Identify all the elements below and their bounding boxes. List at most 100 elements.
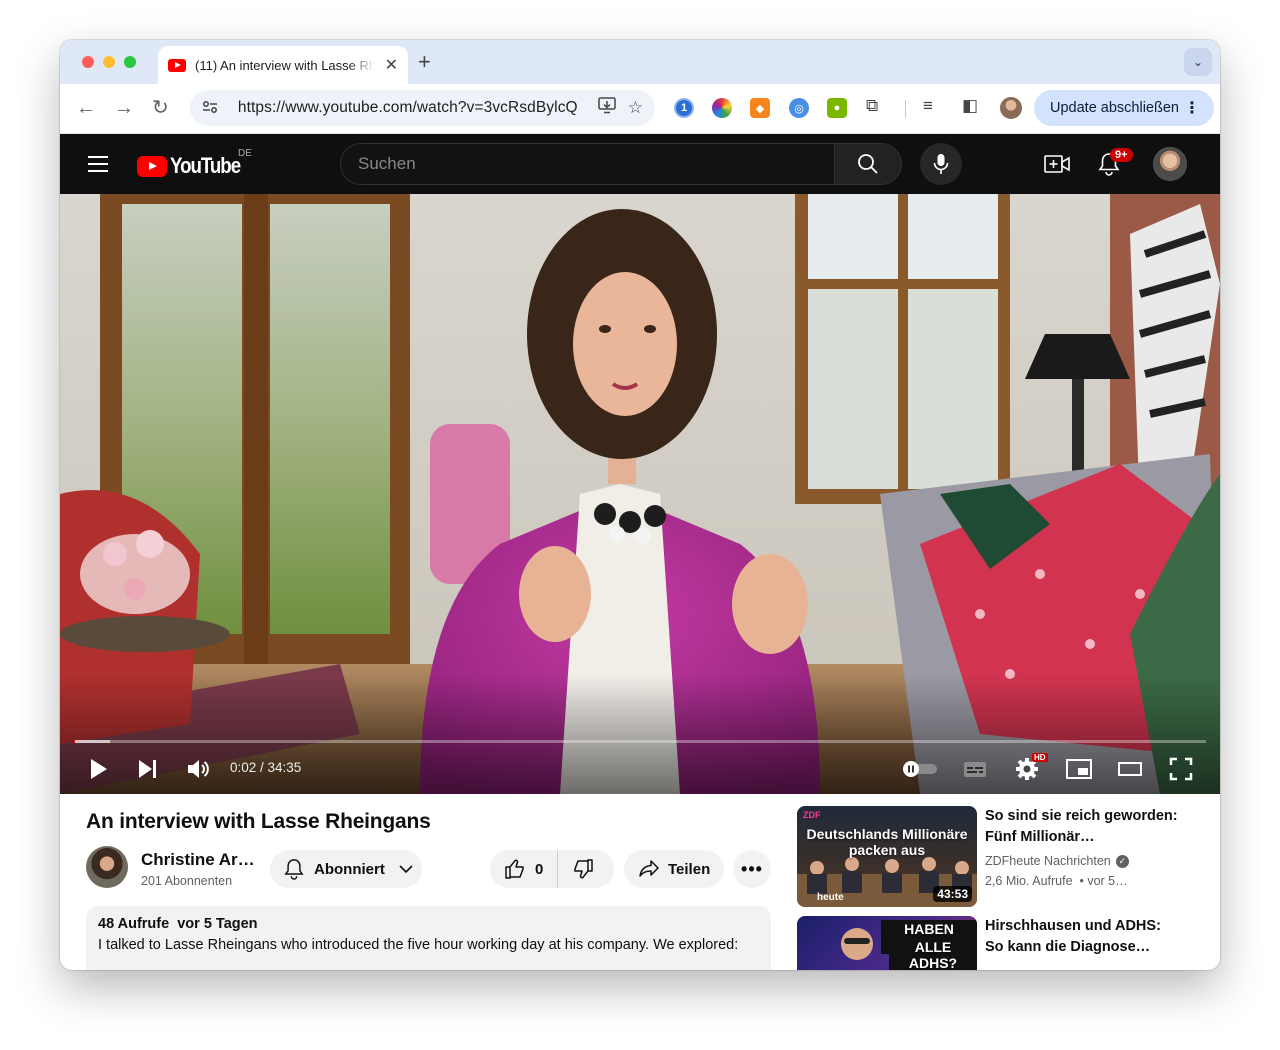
buffer-bar xyxy=(74,740,111,743)
video-player[interactable]: 0:02 / 34:35 HD xyxy=(60,194,1220,794)
volume-icon[interactable] xyxy=(186,756,212,787)
extensions-puzzle-icon[interactable]: ⧉ xyxy=(866,96,878,116)
reload-icon[interactable]: ↻ xyxy=(152,98,169,118)
channel-name[interactable]: Christine Ar… xyxy=(141,850,255,870)
thumbnail-text-line1: Deutschlands Millionäre xyxy=(806,826,968,842)
browser-toolbar: ← → ↻ https://www.youtube.com/watch?v=3v… xyxy=(60,84,1220,134)
bell-icon xyxy=(284,859,304,880)
recommendation-title[interactable]: Hirschhausen und ADHS: So kann die Diagn… xyxy=(985,916,1180,958)
chevron-down-icon xyxy=(399,861,413,878)
create-video-icon[interactable] xyxy=(1044,154,1070,179)
search-icon xyxy=(858,154,878,174)
browser-tab[interactable]: (11) An interview with Lasse Rheingans ✕ xyxy=(158,46,408,84)
update-button[interactable]: Update abschließen ⋮ xyxy=(1034,90,1214,126)
dislike-button[interactable] xyxy=(558,858,594,880)
site-settings-icon[interactable] xyxy=(202,100,222,117)
subscribed-label: Abonniert xyxy=(314,860,385,878)
new-tab-button[interactable]: + xyxy=(418,50,431,74)
description-box[interactable]: 48 Aufrufe vor 5 Tagen I talked to Lasse… xyxy=(86,906,771,970)
video-title: An interview with Lasse Rheingans xyxy=(86,810,431,833)
share-arrow-icon xyxy=(639,860,659,877)
fullscreen-icon[interactable] xyxy=(1168,756,1194,787)
heute-logo: heute xyxy=(817,892,844,903)
country-code: DE xyxy=(238,148,252,159)
account-avatar[interactable] xyxy=(1153,147,1187,181)
tab-title: (11) An interview with Lasse Rheingans xyxy=(195,57,375,73)
description-text: I talked to Lasse Rheingans who introduc… xyxy=(98,937,739,953)
youtube-favicon-icon xyxy=(168,58,186,72)
toolbar-separator xyxy=(905,100,906,118)
thumbnail-text-line2: ALLE ADHS? xyxy=(889,938,977,970)
play-icon[interactable] xyxy=(86,756,110,787)
maximize-window-button[interactable] xyxy=(124,56,136,68)
profile-avatar-small[interactable] xyxy=(1000,97,1022,119)
share-label: Teilen xyxy=(668,860,711,878)
theater-mode-icon[interactable] xyxy=(1117,756,1143,787)
subscribed-button[interactable]: Abonniert xyxy=(270,850,422,888)
globe-extension-icon[interactable]: ◎ xyxy=(789,98,809,118)
miniplayer-icon[interactable] xyxy=(1065,756,1093,787)
forward-icon[interactable]: → xyxy=(114,98,134,118)
recommendation-channel-name: ZDFheute Nachrichten xyxy=(985,854,1111,868)
channel-avatar[interactable] xyxy=(86,846,128,888)
youtube-header: YouTube DE Suchen 9+ xyxy=(60,134,1220,194)
controls-gradient xyxy=(60,674,1220,794)
search-input[interactable]: Suchen xyxy=(340,143,835,185)
browser-menu-icon[interactable]: ⋮ xyxy=(1184,98,1200,118)
autoplay-toggle[interactable] xyxy=(902,760,938,783)
played-bar xyxy=(74,740,76,743)
youtube-logo-text: YouTube xyxy=(170,153,241,178)
thumbnail-text-line2: packen aus xyxy=(848,842,926,858)
views-and-date: 48 Aufrufe vor 5 Tagen xyxy=(98,916,258,932)
subtitles-icon[interactable] xyxy=(962,756,988,787)
notification-count-badge: 9+ xyxy=(1110,148,1133,162)
next-video-icon[interactable] xyxy=(136,756,160,787)
url-text[interactable]: https://www.youtube.com/watch?v=3vcRsdBy… xyxy=(238,99,586,117)
more-actions-button[interactable]: ••• xyxy=(733,850,771,888)
like-count: 0 xyxy=(535,860,544,878)
recommendation-meta: 2,6 Mio. Aufrufe • vor 5… xyxy=(985,874,1128,888)
recommendation-channel[interactable]: ZDFheute Nachrichten ✓ xyxy=(985,854,1129,868)
tab-close-icon[interactable]: ✕ xyxy=(385,55,398,75)
recommendation-thumbnail[interactable]: ZDF Deutschlands Millionäre packen aus h… xyxy=(797,806,977,907)
tab-search-button[interactable]: ⌄ xyxy=(1184,48,1212,76)
thumbs-up-icon xyxy=(505,859,524,879)
search-button[interactable] xyxy=(834,143,902,185)
like-dislike-group: 0 xyxy=(490,850,614,888)
password-manager-extension-icon[interactable]: 1 xyxy=(674,98,694,118)
recommendation-item[interactable]: ZDF Deutschlands Millionäre packen aus h… xyxy=(797,806,1207,916)
recommendation-item[interactable]: HABEN JETZT ALLE ADHS? Hirschhausen und … xyxy=(797,916,1207,970)
youtube-play-logo-icon xyxy=(137,155,167,177)
thumbs-down-icon xyxy=(574,859,593,879)
side-panel-icon[interactable]: ◧ xyxy=(962,96,978,116)
more-horizontal-icon: ••• xyxy=(741,858,763,879)
subscriber-count: 201 Abonnenten xyxy=(141,874,233,888)
timer-extension-icon[interactable]: ● xyxy=(827,98,847,118)
back-icon[interactable]: ← xyxy=(76,98,96,118)
share-button[interactable]: Teilen xyxy=(624,850,724,888)
watch-metadata: An interview with Lasse Rheingans Christ… xyxy=(60,794,1220,970)
video-duration: 43:53 xyxy=(933,886,972,902)
install-app-icon[interactable] xyxy=(598,97,616,119)
color-picker-extension-icon[interactable] xyxy=(712,98,732,118)
bookmark-star-icon[interactable]: ☆ xyxy=(628,98,643,118)
menu-hamburger-icon[interactable] xyxy=(88,156,108,172)
microphone-icon xyxy=(933,154,949,174)
address-bar[interactable]: https://www.youtube.com/watch?v=3vcRsdBy… xyxy=(190,90,655,126)
zdf-logo: ZDF xyxy=(803,810,821,820)
verified-check-icon: ✓ xyxy=(1115,854,1129,868)
voice-search-button[interactable] xyxy=(920,143,962,185)
close-window-button[interactable] xyxy=(82,56,94,68)
media-controls-icon[interactable]: ≡ xyxy=(923,96,933,116)
youtube-logo[interactable]: YouTube xyxy=(137,153,252,179)
update-button-label: Update abschließen xyxy=(1050,100,1179,116)
tab-strip: (11) An interview with Lasse Rheingans ✕… xyxy=(60,40,1220,84)
recommendation-thumbnail[interactable]: HABEN JETZT ALLE ADHS? xyxy=(797,916,977,970)
progress-bar[interactable] xyxy=(74,740,1206,743)
metamask-fox-icon[interactable]: ◆ xyxy=(750,98,770,118)
recommendation-title[interactable]: So sind sie reich geworden: Fünf Million… xyxy=(985,806,1180,848)
like-button[interactable]: 0 xyxy=(490,850,558,888)
minimize-window-button[interactable] xyxy=(103,56,115,68)
browser-window: (11) An interview with Lasse Rheingans ✕… xyxy=(60,40,1220,970)
time-display: 0:02 / 34:35 xyxy=(230,760,302,775)
